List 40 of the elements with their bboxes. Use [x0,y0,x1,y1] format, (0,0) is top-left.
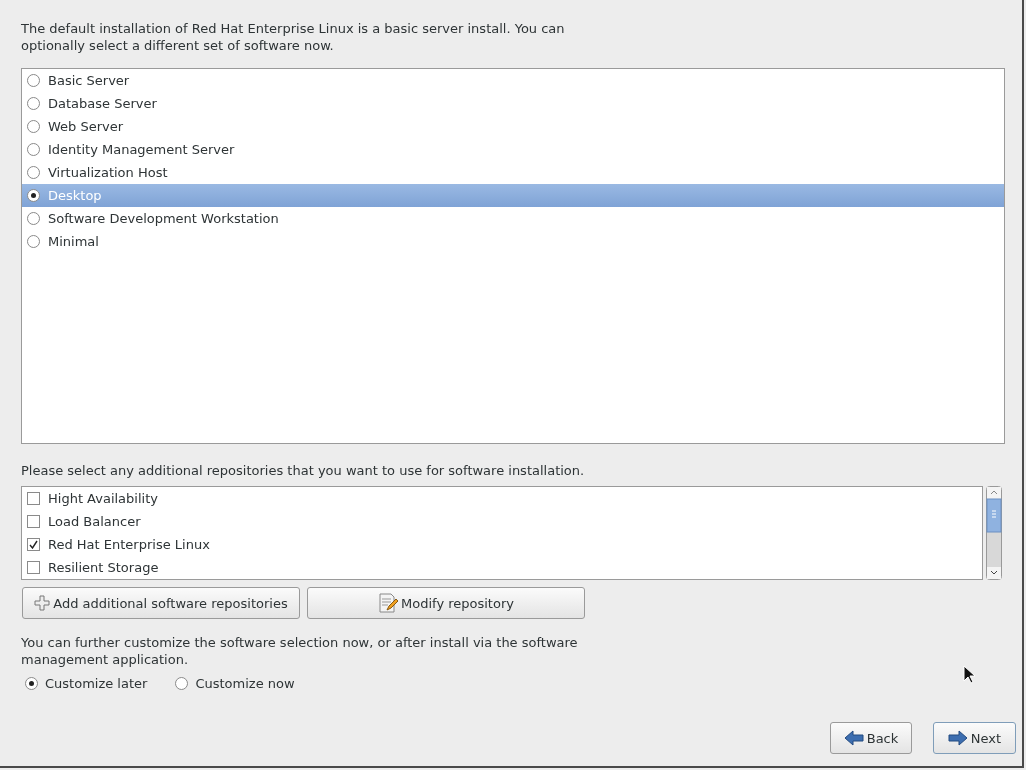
document-pencil-icon [378,593,398,613]
radio-button[interactable] [27,120,40,133]
radio-button[interactable] [25,677,38,690]
add-repository-button[interactable]: Add additional software repositories [22,587,300,619]
software-set-item[interactable]: Database Server [22,92,1004,115]
checkbox[interactable] [27,561,40,574]
software-set-item[interactable]: Basic Server [22,69,1004,92]
mouse-pointer-icon [963,665,975,684]
customize-option[interactable]: Customize later [25,676,148,691]
checkbox[interactable] [27,515,40,528]
customize-text: You can further customize the software selection now, or after install via the software management application. [21,634,579,668]
radio-button[interactable] [27,189,40,202]
software-set-item[interactable]: Identity Management Server [22,138,1004,161]
modify-repository-button[interactable]: Modify repository [307,587,585,619]
scrollbar[interactable] [986,486,1002,580]
radio-button[interactable] [27,166,40,179]
next-button[interactable]: Next [933,722,1016,754]
checkbox[interactable] [27,538,40,551]
repository-item[interactable]: Hight Availability [22,487,982,510]
software-set-item[interactable]: Virtualization Host [22,161,1004,184]
customize-option[interactable]: Customize now [175,676,295,691]
left-arrow-icon [843,730,864,746]
radio-button[interactable] [27,97,40,110]
repositories-label: Please select any additional repositories that you want to use for software installation. [21,462,586,479]
radio-button[interactable] [27,143,40,156]
radio-button[interactable] [175,677,189,690]
radio-button[interactable] [27,235,40,248]
intro-text: The default installation of Red Hat Enterprise Linux is a basic server install. You can optionally select a different set of software now. [21,20,566,54]
repository-item[interactable]: Load Balancer [22,510,982,533]
repository-item[interactable]: Resilient Storage [22,556,982,579]
back-button[interactable]: Back [830,722,912,754]
radio-button[interactable] [27,74,40,87]
repository-item[interactable]: Red Hat Enterprise Linux [22,533,982,556]
plus-icon [34,595,51,611]
software-set-item[interactable]: Minimal [22,230,1004,253]
software-set-item[interactable]: Software Development Workstation [22,207,1004,230]
radio-button[interactable] [27,212,40,225]
right-arrow-icon [947,730,968,746]
software-set-item[interactable]: Web Server [22,115,1004,138]
checkbox[interactable] [27,492,40,505]
